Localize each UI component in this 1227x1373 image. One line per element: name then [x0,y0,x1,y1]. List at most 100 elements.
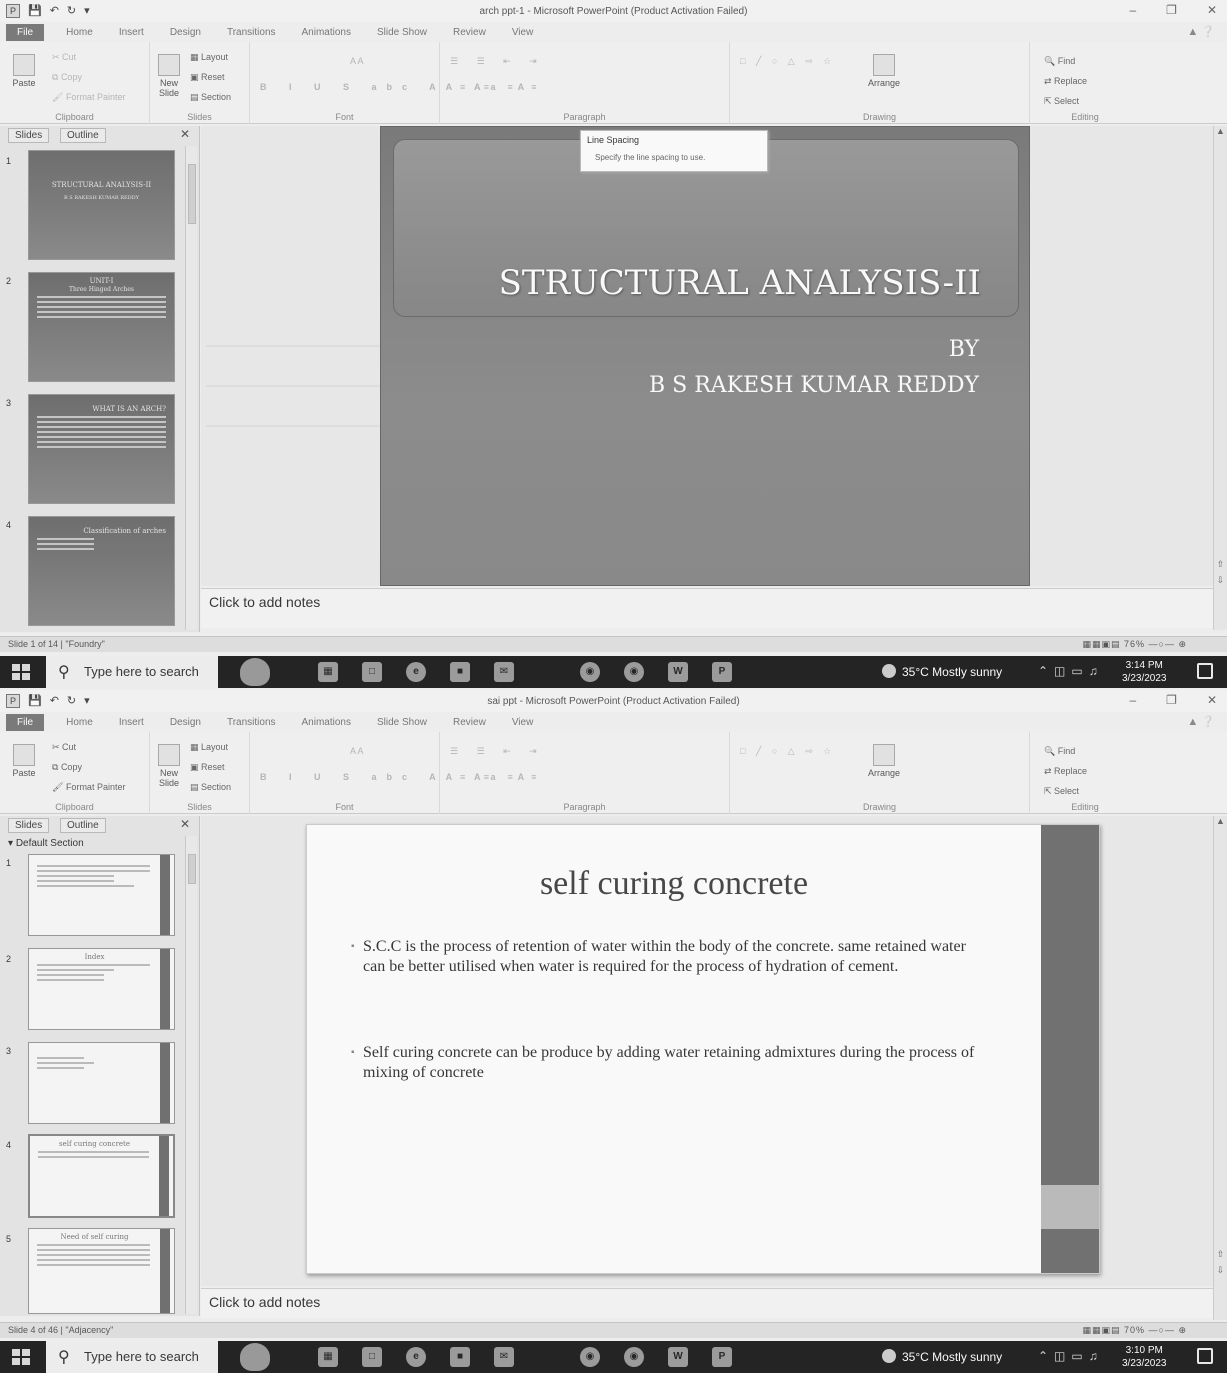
task-view-icon[interactable]: ▦ [318,662,338,682]
new-slide-button[interactable]: New Slide [152,54,186,98]
scrollbar-thumb[interactable] [188,854,196,884]
editor-scrollbar[interactable]: ▲ ⇧ ⇩ [1213,126,1227,630]
tab-file[interactable]: File [6,713,45,731]
edge-browser-icon[interactable]: e [406,1347,426,1367]
copy-button[interactable]: ⧉ Copy [52,72,82,83]
find-button[interactable]: 🔍 Find [1044,746,1075,757]
weather-widget[interactable]: 35°C Mostly sunny [882,664,1002,679]
tab-outline[interactable]: Outline [60,128,106,143]
prev-slide-icon[interactable]: ⇧ [1214,559,1227,570]
tab-view[interactable]: View [512,27,534,38]
system-tray-icons[interactable]: ⌃◫▭♫ [1038,664,1104,678]
tab-file[interactable]: File [6,23,45,41]
arrange-button[interactable]: Arrange [864,54,904,88]
chrome-icon[interactable]: ◉ [580,1347,600,1367]
help-icon[interactable]: ▲ ❔ [1187,25,1215,38]
file-explorer-icon[interactable]: □ [362,1347,382,1367]
view-and-zoom-controls[interactable]: ▦▦▣▤ 70% —○— ⊕ [1082,1325,1187,1336]
close-icon[interactable]: ✕ [1207,693,1217,707]
slide-thumbnail-selected[interactable]: self curing concrete [28,1134,175,1218]
tab-insert[interactable]: Insert [119,717,144,728]
edge-browser-icon[interactable]: e [406,662,426,682]
mail-icon[interactable]: ✉ [494,662,514,682]
tab-slides[interactable]: Slides [8,818,50,833]
task-view-icon[interactable]: ▦ [318,1347,338,1367]
paste-button[interactable]: Paste [6,54,42,88]
close-icon[interactable]: ✕ [1207,3,1217,17]
tab-animations[interactable]: Animations [302,717,351,728]
tab-view[interactable]: View [512,717,534,728]
mail-icon[interactable]: ✉ [494,1347,514,1367]
tab-transitions[interactable]: Transitions [227,717,276,728]
cortana-mascot-icon[interactable] [240,1343,270,1371]
slide-thumbnail[interactable] [28,1042,175,1124]
windows-start-icon[interactable] [12,1349,30,1365]
replace-button[interactable]: ⇄ Replace [1044,766,1087,777]
tab-slide-show[interactable]: Slide Show [377,27,427,38]
slide-thumbnail[interactable]: STRUCTURAL ANALYSIS-II B S RAKESH KUMAR … [28,150,175,260]
layout-button[interactable]: ▦ Layout [190,52,228,63]
notes-pane[interactable]: Click to add notes [201,1288,1213,1318]
replace-button[interactable]: ⇄ Replace [1044,76,1087,87]
word-icon[interactable]: W [668,1347,688,1367]
reset-button[interactable]: ▣ Reset [190,72,225,83]
cortana-mascot-icon[interactable] [240,658,270,686]
next-slide-icon[interactable]: ⇩ [1214,1265,1227,1276]
notification-icon[interactable] [1197,663,1213,679]
list-buttons[interactable]: ☰ ☰ ⇤ ⇥ [450,56,545,67]
slides-pane-scrollbar[interactable] [185,836,197,1314]
reset-button[interactable]: ▣ Reset [190,762,225,773]
tab-design[interactable]: Design [170,27,201,38]
store-icon[interactable]: ■ [450,662,470,682]
slide-thumbnail[interactable]: Need of self curing [28,1228,175,1314]
close-pane-icon[interactable]: ✕ [180,127,190,141]
taskbar-search-box[interactable]: ⚲ Type here to search [46,656,218,688]
taskbar-search-box[interactable]: ⚲ Type here to search [46,1341,218,1373]
font-size-buttons[interactable]: A A [350,746,364,756]
slide-thumbnail[interactable]: Index [28,948,175,1030]
chrome-profile-icon[interactable]: ◉ [624,662,644,682]
shapes-gallery[interactable]: □ ╱ ○ △ ⇨ ☆ [740,56,835,67]
shapes-gallery[interactable]: □ ╱ ○ △ ⇨ ☆ [740,746,835,757]
minimize-icon[interactable]: – [1129,693,1136,707]
restore-icon[interactable]: ❐ [1166,3,1177,17]
find-button[interactable]: 🔍 Find [1044,56,1075,67]
align-buttons[interactable]: ≡ ≡ ≡ ≡ [460,82,545,92]
cut-button[interactable]: ✂ Cut [52,742,76,753]
tab-transitions[interactable]: Transitions [227,27,276,38]
current-slide[interactable]: STRUCTURAL ANALYSIS-II BY B S RAKESH KUM… [380,126,1030,586]
notification-icon[interactable] [1197,1348,1213,1364]
next-slide-icon[interactable]: ⇩ [1214,575,1227,586]
prev-slide-icon[interactable]: ⇧ [1214,1249,1227,1260]
tab-review[interactable]: Review [453,27,486,38]
section-header[interactable]: ▾ Default Section [8,838,84,849]
select-button[interactable]: ⇱ Select [1044,96,1079,107]
help-icon[interactable]: ▲ ❔ [1187,715,1215,728]
scrollbar-thumb[interactable] [188,164,196,224]
restore-icon[interactable]: ❐ [1166,693,1177,707]
slides-pane-scrollbar[interactable] [185,146,197,630]
align-buttons[interactable]: ≡ ≡ ≡ ≡ [460,772,545,782]
windows-start-icon[interactable] [12,664,30,680]
tab-home[interactable]: Home [66,717,93,728]
cut-button[interactable]: ✂ Cut [52,52,76,63]
taskbar-clock[interactable]: 3:14 PM 3/23/2023 [1122,659,1167,685]
tab-review[interactable]: Review [453,717,486,728]
arrange-button[interactable]: Arrange [864,744,904,778]
store-icon[interactable]: ■ [450,1347,470,1367]
scroll-up-icon[interactable]: ▲ [1214,126,1227,136]
view-and-zoom-controls[interactable]: ▦▦▣▤ 76% —○— ⊕ [1082,639,1187,650]
taskbar-clock[interactable]: 3:10 PM 3/23/2023 [1122,1344,1167,1370]
scroll-up-icon[interactable]: ▲ [1214,816,1227,826]
editor-scrollbar[interactable]: ▲ ⇧ ⇩ [1213,816,1227,1320]
tab-design[interactable]: Design [170,717,201,728]
powerpoint-taskbar-icon[interactable]: P [712,662,732,682]
slide-thumbnail[interactable] [28,854,175,936]
word-icon[interactable]: W [668,662,688,682]
tab-slide-show[interactable]: Slide Show [377,717,427,728]
tab-slides[interactable]: Slides [8,128,50,143]
copy-button[interactable]: ⧉ Copy [52,762,82,773]
file-explorer-icon[interactable]: □ [362,662,382,682]
slide-thumbnail[interactable]: WHAT IS AN ARCH? [28,394,175,504]
tab-outline[interactable]: Outline [60,818,106,833]
